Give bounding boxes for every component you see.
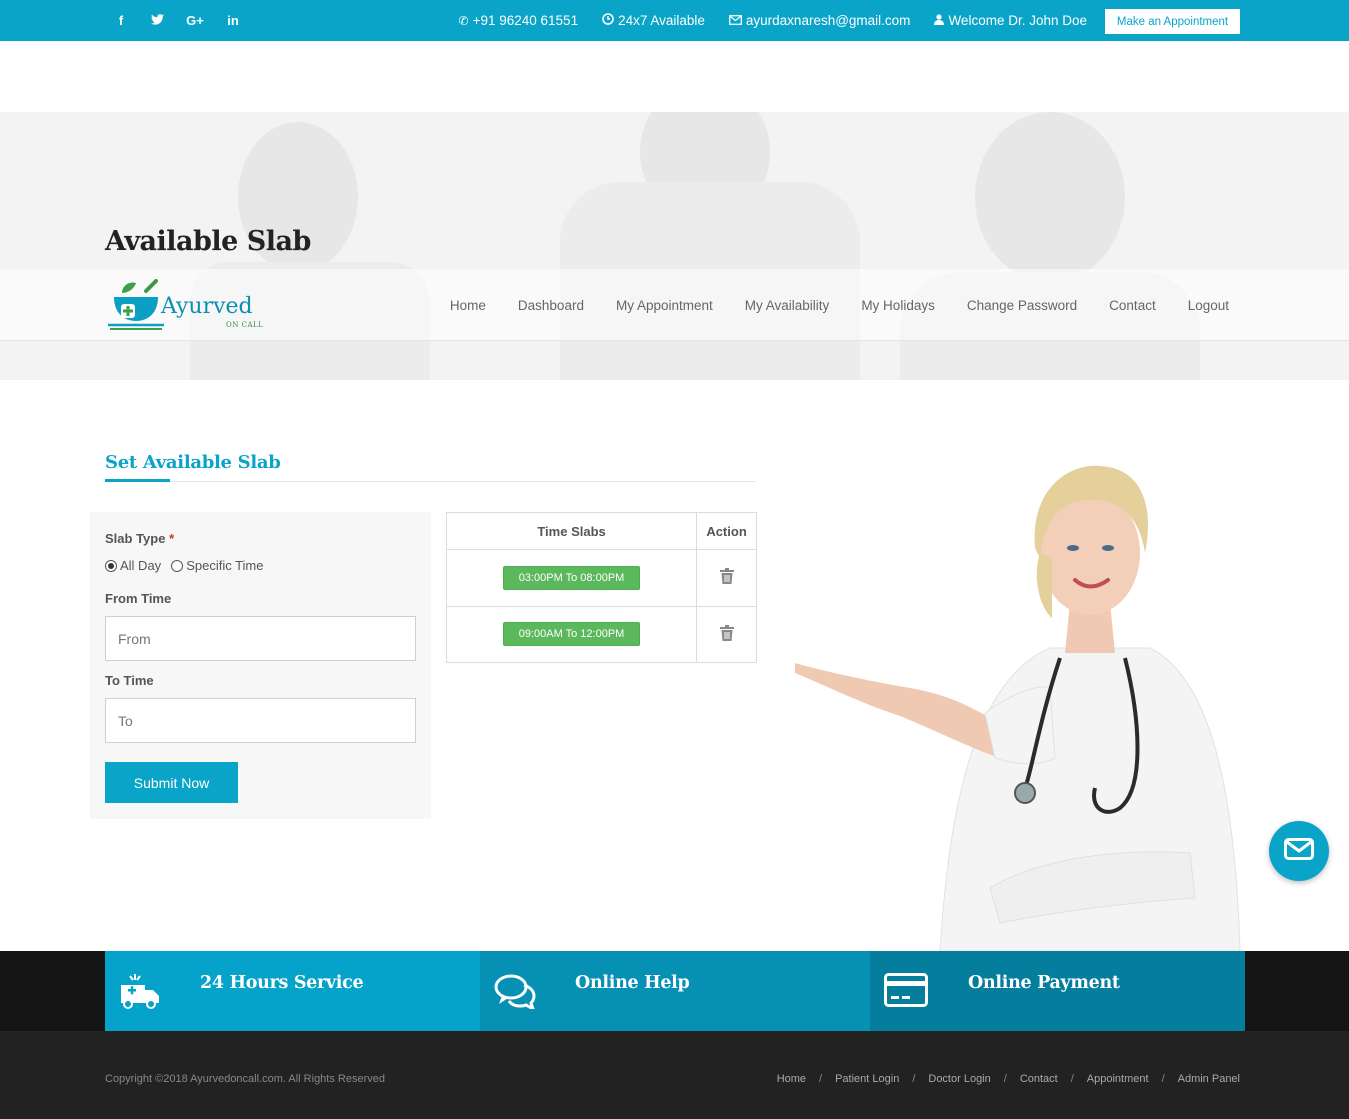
main-nav: Home Dashboard My Appointment My Availab… — [450, 269, 1229, 341]
availability-item: 24x7 Available — [602, 13, 705, 28]
action-cell — [696, 605, 757, 663]
to-time-input[interactable] — [105, 698, 416, 743]
copyright-text: Copyright ©2018 Ayurvedoncall.com. All R… — [105, 1073, 385, 1085]
feature-online-payment-title: Online Payment — [968, 973, 1120, 993]
footer-link-doctor-login[interactable]: Doctor Login — [928, 1073, 990, 1085]
welcome-text: Welcome Dr. John Doe — [948, 13, 1087, 28]
envelope-icon — [728, 13, 742, 28]
phone-icon: ✆ — [458, 13, 469, 28]
logo-name: Ayurved — [161, 294, 253, 319]
mail-icon — [1284, 837, 1314, 865]
feature-24-hours-title: 24 Hours Service — [200, 973, 364, 993]
nav-my-availability[interactable]: My Availability — [745, 298, 830, 313]
footer-separator: / — [1161, 1073, 1165, 1085]
contact-info: ✆ +91 96240 61551 24x7 Available ayurdax… — [459, 0, 1087, 41]
availability-text: 24x7 Available — [618, 13, 705, 28]
social-links: f G+ in — [112, 0, 242, 41]
section-title: Set Available Slab — [105, 452, 281, 473]
make-appointment-button[interactable]: Make an Appointment — [1105, 9, 1240, 34]
footer-link-home[interactable]: Home — [777, 1073, 806, 1085]
welcome-item: Welcome Dr. John Doe — [934, 13, 1087, 28]
table-header-row: Time Slabs Action — [445, 512, 757, 550]
action-cell — [696, 549, 757, 607]
mail-floating-button[interactable] — [1269, 821, 1329, 881]
header-action: Action — [696, 512, 757, 550]
clock-icon — [602, 13, 614, 28]
footer-link-patient-login[interactable]: Patient Login — [835, 1073, 899, 1085]
footer-separator: / — [912, 1073, 916, 1085]
ambulance-icon — [119, 971, 161, 1014]
google-plus-icon[interactable]: G+ — [184, 13, 206, 28]
slab-type-radio-group: All Day Specific Time — [105, 558, 264, 573]
facebook-icon[interactable]: f — [112, 13, 130, 28]
top-bar: f G+ in ✆ +91 96240 61551 24x7 Available… — [0, 0, 1349, 41]
required-mark: * — [169, 531, 175, 546]
specific-time-radio[interactable] — [171, 559, 184, 572]
email-item: ayurdaxnaresh@gmail.com — [728, 13, 911, 28]
footer-links: Home / Patient Login / Doctor Login / Co… — [777, 1073, 1240, 1085]
page-title: Available Slab — [105, 226, 311, 257]
submit-button[interactable]: Submit Now — [105, 762, 238, 803]
phone-number: +91 96240 61551 — [472, 13, 579, 28]
specific-time-label[interactable]: Specific Time — [186, 558, 263, 573]
footer-separator: / — [1070, 1073, 1074, 1085]
section-divider — [105, 481, 756, 482]
delete-icon[interactable] — [719, 624, 734, 644]
slab-type-label-text: Slab Type — [105, 531, 166, 546]
twitter-icon[interactable] — [148, 13, 166, 28]
footer-separator: / — [819, 1073, 823, 1085]
nav-my-holidays[interactable]: My Holidays — [861, 298, 935, 313]
user-icon — [934, 13, 945, 28]
time-slabs-table: Time Slabs Action 03:00PM To 08:00PM 09:… — [445, 512, 757, 663]
all-day-label[interactable]: All Day — [120, 558, 161, 573]
phone-item: ✆ +91 96240 61551 — [459, 13, 579, 28]
table-row: 09:00AM To 12:00PM — [445, 605, 757, 663]
chat-icon — [494, 973, 536, 1014]
from-time-label: From Time — [105, 591, 172, 606]
logo-tagline: ON CALL — [226, 321, 264, 329]
nav-change-password[interactable]: Change Password — [967, 298, 1077, 313]
header-time-slabs: Time Slabs — [445, 512, 698, 550]
email-text[interactable]: ayurdaxnaresh@gmail.com — [746, 13, 911, 28]
doctor-image — [790, 458, 1250, 952]
delete-icon[interactable] — [719, 568, 734, 587]
linkedin-icon[interactable]: in — [224, 13, 242, 28]
feature-online-help-title: Online Help — [575, 973, 690, 993]
credit-card-icon — [884, 973, 928, 1012]
to-time-label: To Time — [105, 673, 154, 688]
table-row: 03:00PM To 08:00PM — [445, 549, 757, 607]
nav-my-appointment[interactable]: My Appointment — [616, 298, 713, 313]
nav-dashboard[interactable]: Dashboard — [518, 298, 584, 313]
footer-link-contact[interactable]: Contact — [1020, 1073, 1058, 1085]
slab-badge: 09:00AM To 12:00PM — [502, 622, 641, 647]
footer-link-appointment[interactable]: Appointment — [1087, 1073, 1149, 1085]
slab-badge: 03:00PM To 08:00PM — [502, 565, 641, 590]
footer-link-admin-panel[interactable]: Admin Panel — [1178, 1073, 1240, 1085]
slab-type-label: Slab Type * — [105, 531, 174, 546]
nav-contact[interactable]: Contact — [1109, 298, 1156, 313]
all-day-radio[interactable] — [105, 559, 117, 572]
nav-logout[interactable]: Logout — [1188, 298, 1229, 313]
slab-cell: 03:00PM To 08:00PM — [445, 549, 698, 607]
from-time-input[interactable] — [105, 616, 416, 661]
nav-home[interactable]: Home — [450, 298, 486, 313]
footer-separator: / — [1003, 1073, 1007, 1085]
slab-cell: 09:00AM To 12:00PM — [445, 605, 698, 663]
section-accent-bar — [105, 479, 170, 482]
